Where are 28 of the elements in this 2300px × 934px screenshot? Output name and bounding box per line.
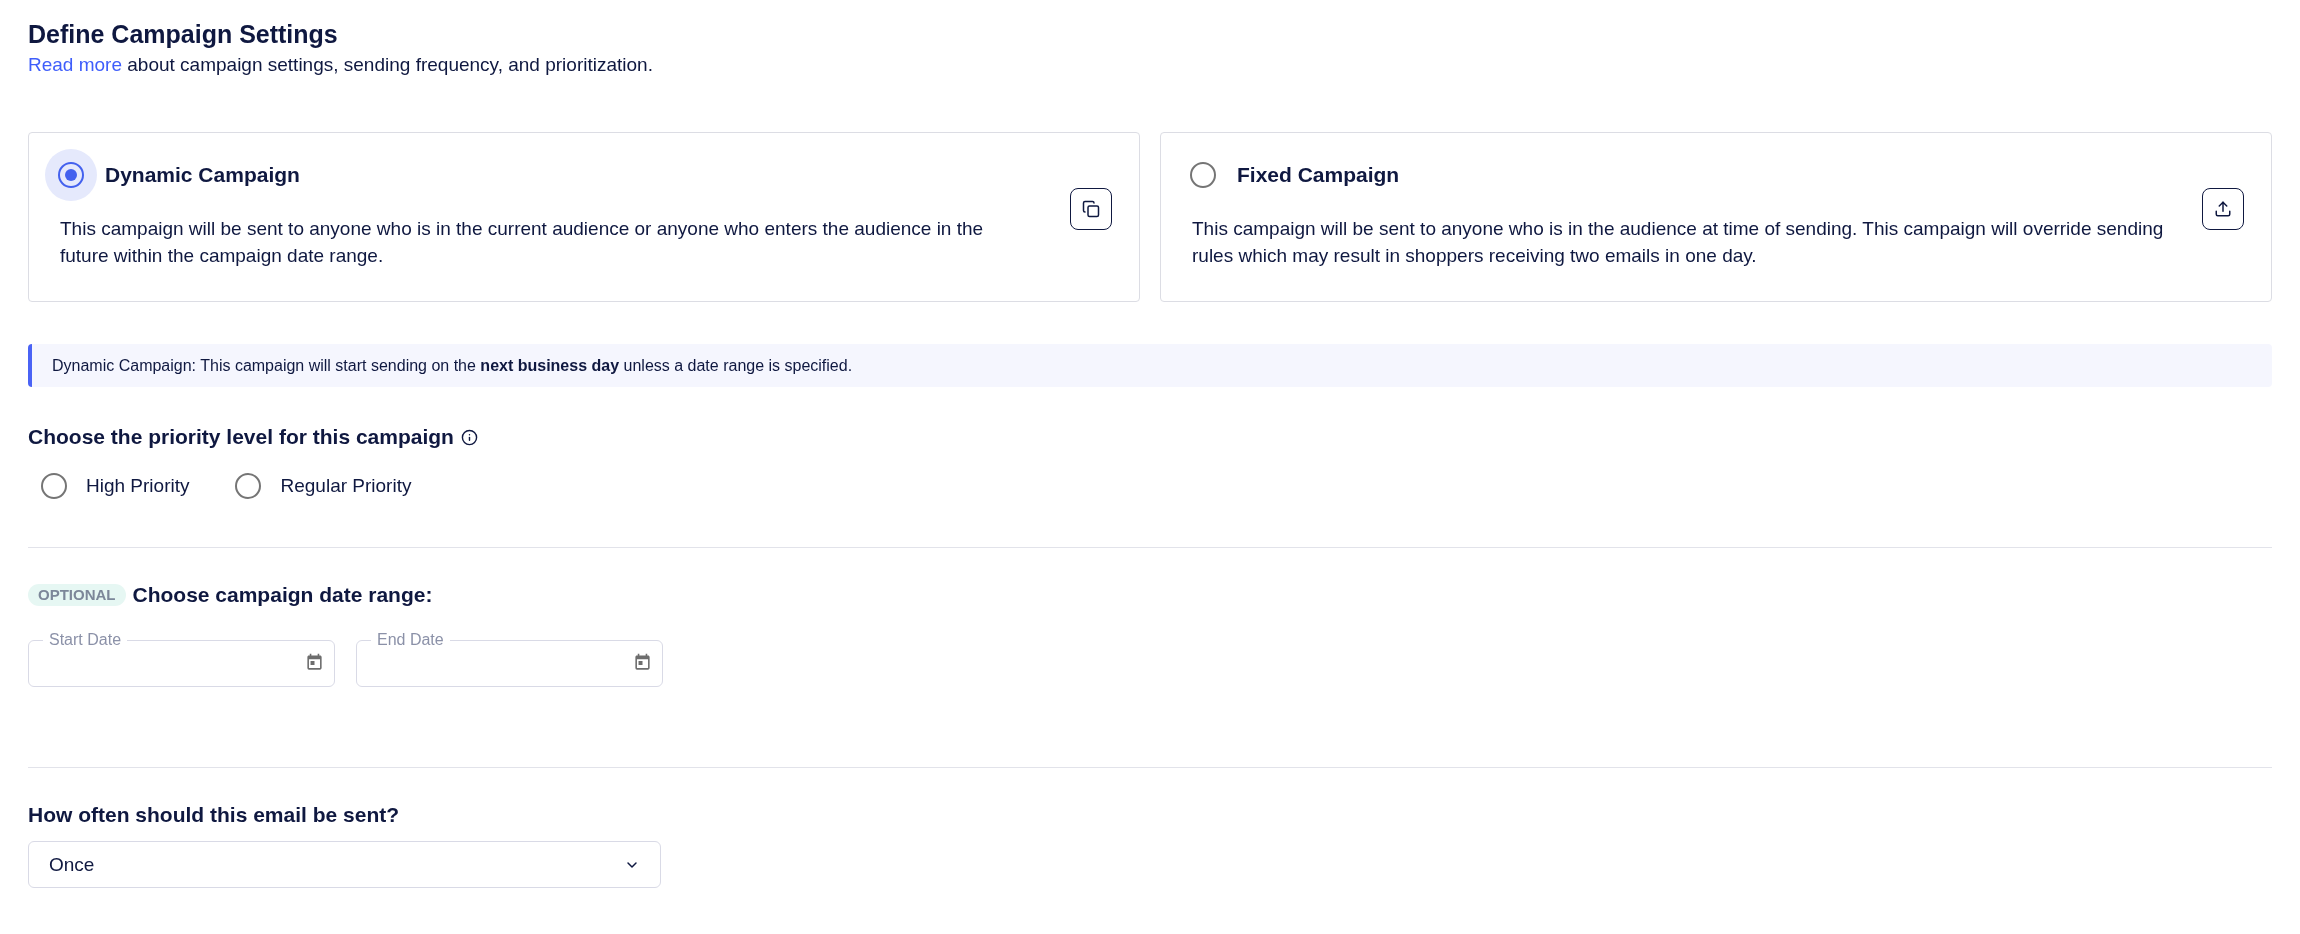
section-heading: Choose campaign date range: bbox=[132, 582, 433, 608]
radio-button[interactable] bbox=[235, 473, 262, 499]
section-heading: Choose the priority level for this campaign bbox=[28, 424, 454, 450]
calendar-icon[interactable] bbox=[305, 653, 324, 672]
read-more-link[interactable]: Read more bbox=[28, 54, 122, 75]
radio-button[interactable] bbox=[41, 473, 67, 499]
notice-text: Dynamic Campaign: This campaign will start sending on the next business day unless a date range is specified. bbox=[52, 357, 853, 374]
info-icon bbox=[460, 428, 478, 446]
page-title: Define Campaign Settings bbox=[28, 19, 339, 50]
campaign-option-card[interactable]: Fixed Campaign This campaign will be sent to anyone who is in the audience at time of sending. This campaign will override sending rules which may result in shoppers receiving two emails in one day. bbox=[1160, 132, 2272, 302]
radio-button[interactable] bbox=[1190, 162, 1216, 188]
campaign-option-title: Fixed Campaign bbox=[1237, 162, 1400, 188]
radio-label: Regular Priority bbox=[280, 474, 412, 498]
campaign-option-description: This campaign will be sent to anyone who is in the current audience or anyone who enters the audience in the future within the campaign date range. bbox=[60, 217, 985, 268]
calendar-icon[interactable] bbox=[633, 653, 652, 672]
upload-icon bbox=[2214, 200, 2232, 218]
copy-button[interactable] bbox=[1070, 188, 1112, 230]
radio-button[interactable] bbox=[45, 149, 97, 201]
campaign-option-card[interactable]: Dynamic Campaign This campaign will be sent to anyone who is in the current audience or anyone who enters the audience in the future within the campaign date range. bbox=[28, 132, 1140, 302]
campaign-option-title: Dynamic Campaign bbox=[105, 162, 300, 188]
section-heading: How often should this email be sent? bbox=[28, 802, 400, 828]
radio-label: High Priority bbox=[86, 474, 190, 498]
campaign-option-description: This campaign will be sent to anyone who is in the audience at time of sending. This campaign will override sending rules which may result in shoppers receiving two emails in one day. bbox=[1192, 217, 2165, 268]
frequency-select[interactable]: Once bbox=[28, 841, 661, 888]
settings-description: Read more about campaign settings, sending frequency, and prioritization. bbox=[28, 53, 654, 77]
upload-button[interactable] bbox=[2202, 188, 2244, 230]
optional-badge: OPTIONAL bbox=[28, 584, 126, 606]
copy-icon bbox=[1082, 200, 1100, 218]
